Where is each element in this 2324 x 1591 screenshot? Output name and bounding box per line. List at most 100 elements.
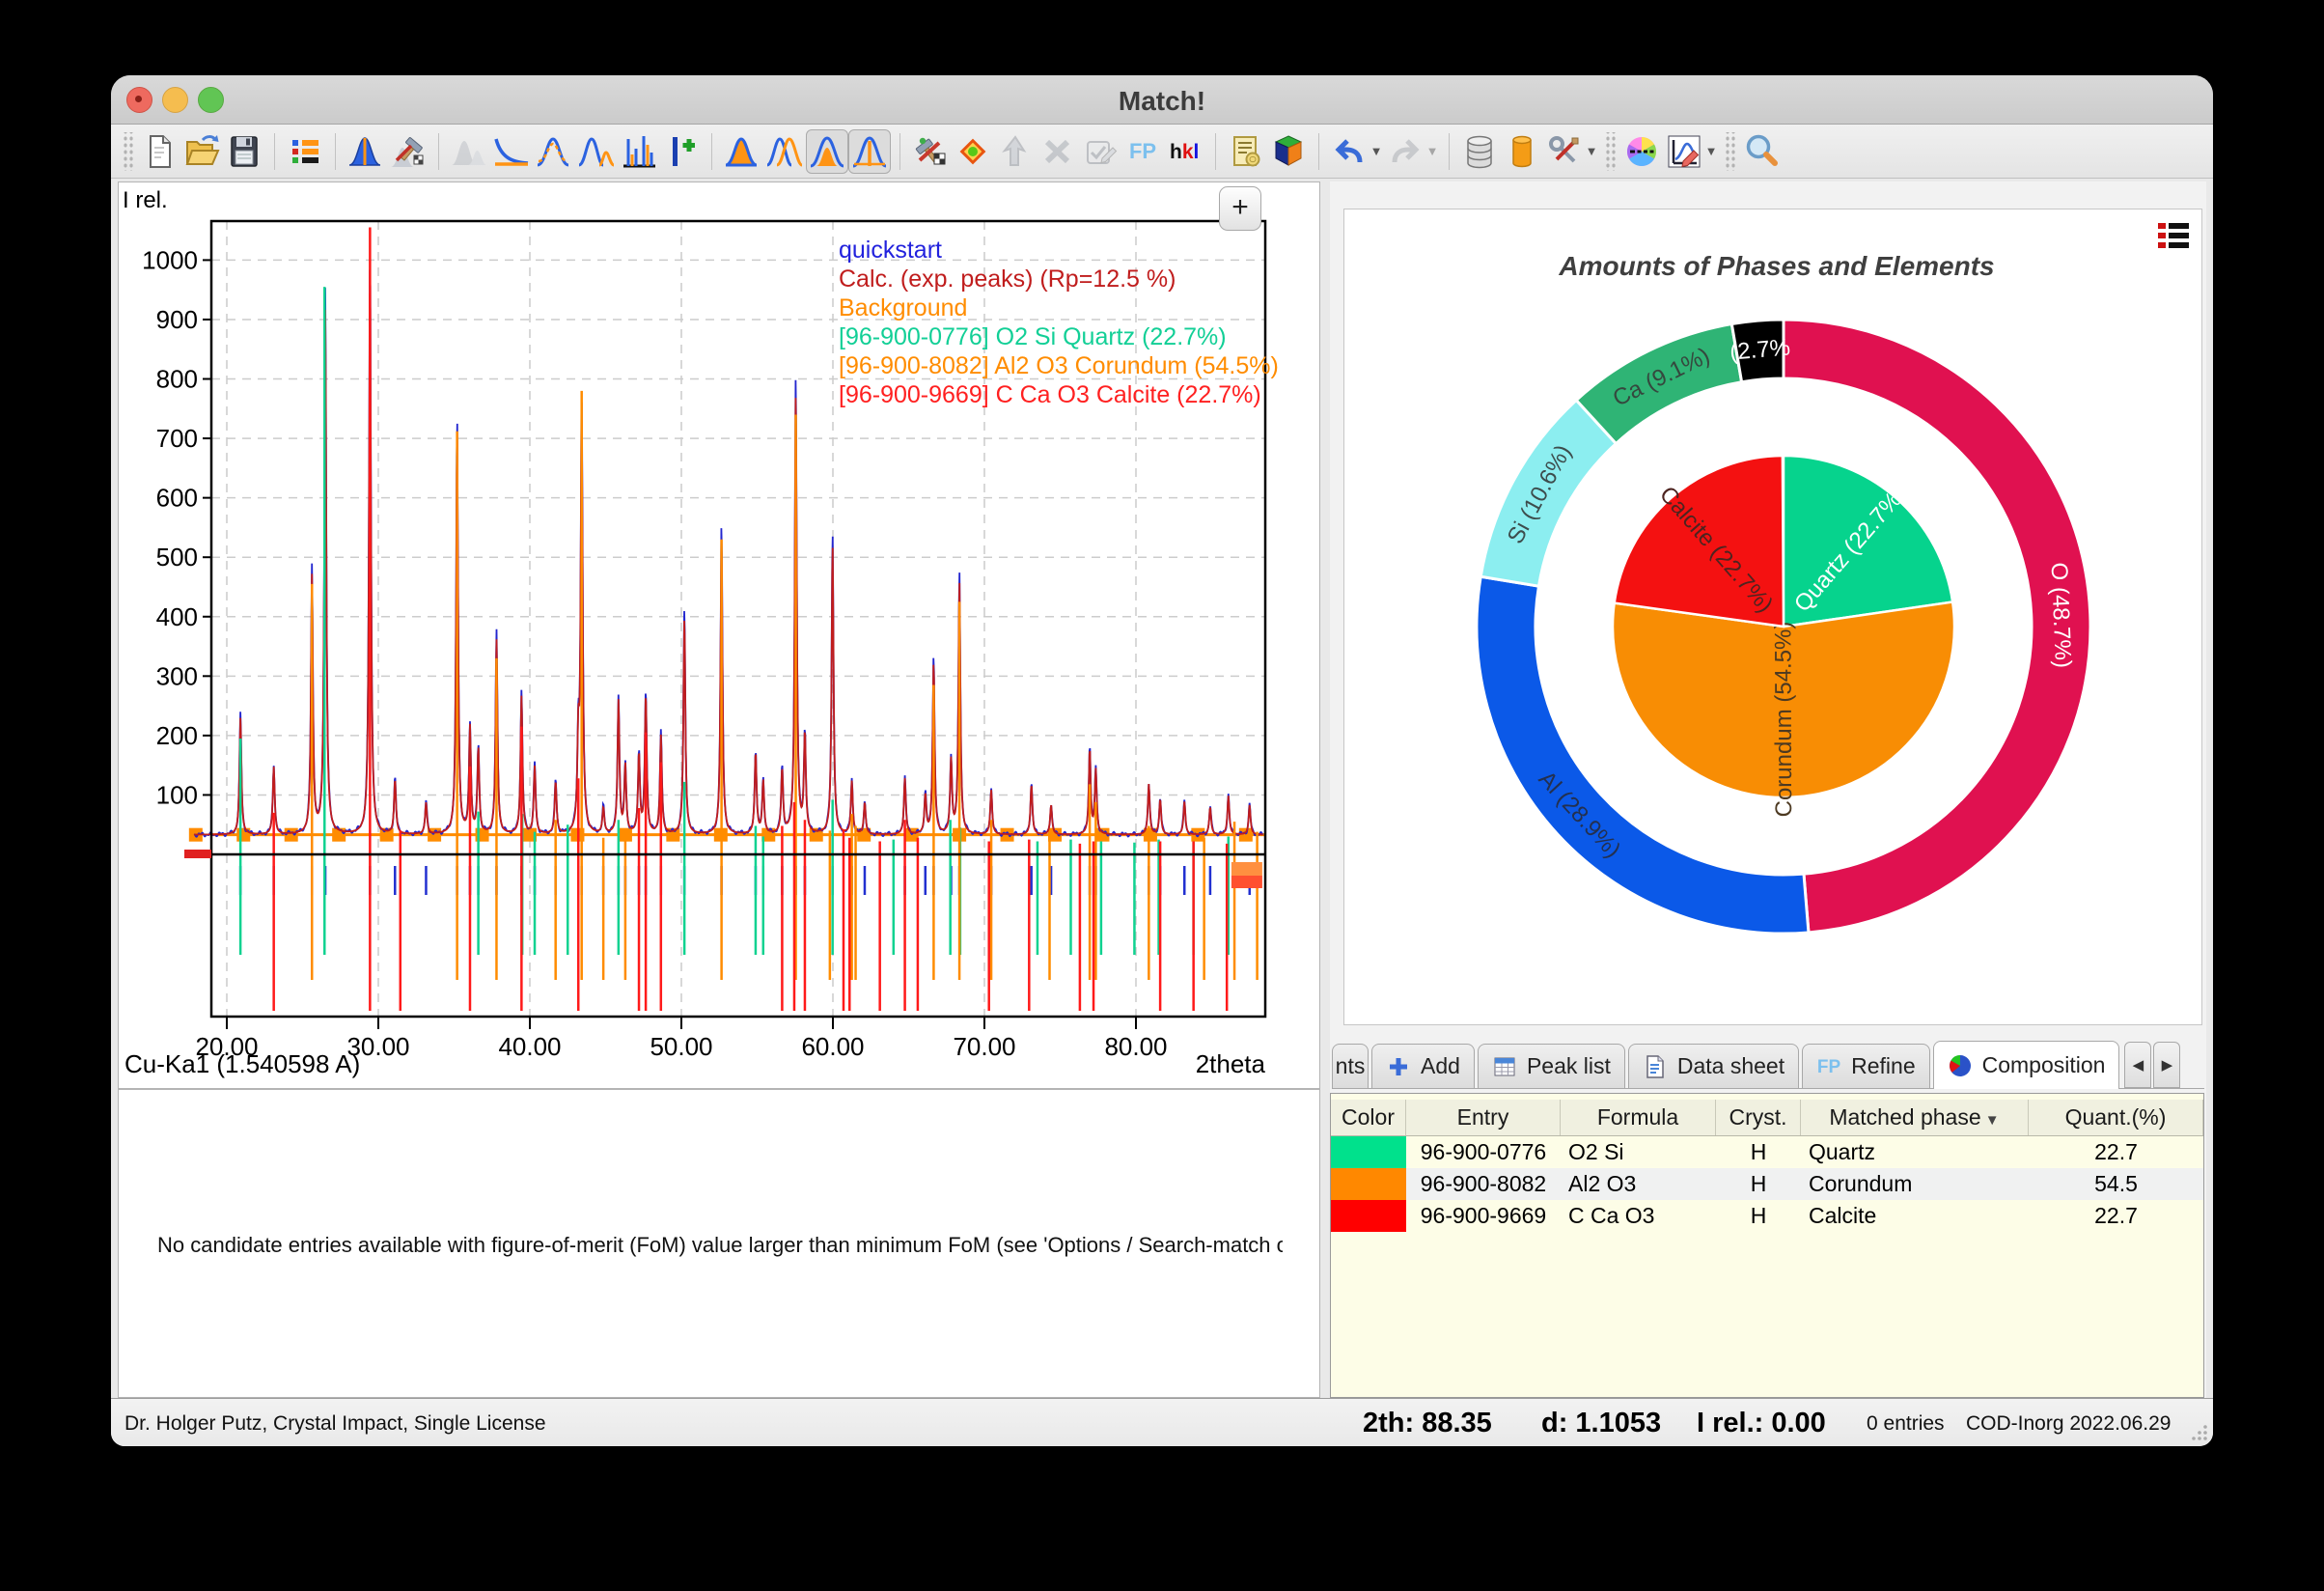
fit-all-peaks-icon[interactable] (763, 129, 806, 174)
dropdown-arrow-icon[interactable]: ▼ (1586, 144, 1598, 158)
background-marker[interactable] (1239, 828, 1253, 842)
peak-search-icon (620, 132, 658, 171)
strip-alpha2-icon[interactable] (575, 129, 618, 174)
column-header-formula[interactable]: Formula (1561, 1100, 1716, 1135)
search-match-icon[interactable] (909, 129, 952, 174)
svg-text:FP: FP (1129, 139, 1156, 163)
y-tick-label: 900 (156, 305, 198, 334)
y-tick-label: 700 (156, 424, 198, 453)
candidate-icon[interactable] (994, 129, 1037, 174)
toolbar-drag-handle[interactable] (1604, 132, 1616, 171)
smooth-pattern-icon[interactable] (533, 129, 575, 174)
process-pattern-icon[interactable] (387, 129, 429, 174)
diffraction-plot[interactable]: 100200300400500600700800900100020.0030.0… (119, 182, 1319, 1088)
range-marker-bottom[interactable] (1231, 876, 1262, 888)
sort-indicator-icon[interactable]: ▼ (1981, 1112, 2000, 1129)
unit-cell-icon[interactable] (1267, 129, 1310, 174)
column-header-color[interactable]: Color (1331, 1100, 1406, 1135)
range-marker-top[interactable] (1231, 862, 1262, 876)
process-pattern-icon (389, 132, 428, 171)
dropdown-arrow-icon[interactable]: ▼ (1426, 144, 1439, 158)
svg-text:FP: FP (1817, 1057, 1841, 1077)
report-icon[interactable] (1225, 129, 1267, 174)
save-icon[interactable] (223, 129, 265, 174)
table-row[interactable]: 96-900-0776O2 SiHQuartz22.7 (1331, 1136, 2203, 1168)
raw-data-icon[interactable] (448, 129, 490, 174)
zoom-icon[interactable] (1740, 129, 1783, 174)
radiation-caption: Cu-Ka1 (1.540598 A) (124, 1049, 360, 1078)
tab-scroll-right-button[interactable]: ▶ (2153, 1042, 2180, 1088)
fit-selected-icon[interactable] (806, 129, 848, 174)
color-scheme-icon[interactable] (1620, 129, 1663, 174)
tab-composition[interactable]: Composition (1933, 1041, 2120, 1089)
title-bar[interactable]: Match! (111, 75, 2213, 125)
add-pattern-view-button[interactable]: + (1219, 186, 1261, 231)
column-header-entry[interactable]: Entry (1406, 1100, 1561, 1135)
status-bar: Dr. Holger Putz, Crystal Impact, Single … (111, 1398, 2213, 1446)
dropdown-arrow-icon[interactable]: ▼ (1370, 144, 1383, 158)
add-peak-icon[interactable] (660, 129, 703, 174)
toolbar-separator (1215, 133, 1216, 170)
fit-selected-icon (808, 132, 846, 171)
toolbar-separator (438, 133, 439, 170)
column-header-cryst-[interactable]: Cryst. (1716, 1100, 1801, 1135)
subtract-background-icon[interactable] (490, 129, 533, 174)
tab-add[interactable]: Add (1371, 1044, 1475, 1088)
options-icon[interactable]: ▼ (1543, 129, 1599, 174)
profile-fit-icon[interactable] (721, 129, 763, 174)
tab-scroll-left-button[interactable]: ◀ (2124, 1042, 2151, 1088)
phase-label-Corundum: Corundum (54.5%) (1770, 622, 1797, 818)
restraints-icon[interactable] (952, 129, 994, 174)
peak-search-icon[interactable] (618, 129, 660, 174)
fit-background-icon[interactable] (848, 129, 891, 174)
smooth-pattern-icon (535, 132, 573, 171)
legend-item: [96-900-9669] C Ca O3 Calcite (22.7%) (839, 381, 1261, 408)
chart-title: Amounts of Phases and Elements (1558, 251, 1994, 281)
tab-label: Add (1421, 1053, 1460, 1079)
open-file-icon[interactable] (180, 129, 223, 174)
diffraction-plot-panel[interactable]: 100200300400500600700800900100020.0030.0… (118, 181, 1320, 1089)
database-icon[interactable] (1458, 129, 1501, 174)
cell-quant: 22.7 (2029, 1139, 2203, 1165)
toolbar-drag-handle[interactable] (1724, 132, 1735, 171)
cell-entry: 96-900-9669 (1406, 1203, 1561, 1229)
undo-icon[interactable]: ▼ (1328, 129, 1384, 174)
legend-item: [96-900-8082] Al2 O3 Corundum (54.5%) (839, 352, 1279, 379)
pattern-peak-icon[interactable] (345, 129, 387, 174)
hkl-icon[interactable]: hkl (1164, 129, 1206, 174)
pie-icon (1948, 1053, 1973, 1078)
save-icon (225, 132, 263, 171)
chart-menu-icon[interactable] (2157, 221, 2190, 250)
resize-grip[interactable] (2188, 1421, 2209, 1442)
y-tick-label: 500 (156, 543, 198, 572)
fp-mode-icon[interactable]: FP (1121, 129, 1164, 174)
reference-db-icon[interactable] (1501, 129, 1543, 174)
entry-list-icon[interactable] (284, 129, 326, 174)
new-document-icon[interactable] (138, 129, 180, 174)
redo-icon[interactable]: ▼ (1384, 129, 1440, 174)
origin-marker (184, 850, 211, 858)
tab-label: Peak list (1527, 1053, 1611, 1079)
tab-overflow-fragment[interactable]: nts (1332, 1044, 1369, 1088)
toolbar-drag-handle[interactable] (122, 132, 133, 171)
column-header-matched-phase[interactable]: Matched phase ▼ (1801, 1100, 2029, 1135)
dropdown-arrow-icon[interactable]: ▼ (1705, 144, 1718, 158)
pattern-peak-icon (346, 132, 385, 171)
select-entries-icon[interactable] (1079, 129, 1121, 174)
fp-icon: FP (1816, 1054, 1841, 1079)
strip-alpha2-icon (577, 132, 616, 171)
fp-mode-icon: FP (1123, 132, 1162, 171)
phases-elements-donut-chart: Amounts of Phases and ElementsO (48.7%)A… (1344, 209, 2201, 1024)
table-row[interactable]: 96-900-8082Al2 O3HCorundum54.5 (1331, 1168, 2203, 1200)
tab-refine[interactable]: FPRefine (1802, 1044, 1929, 1088)
tab-peak-list[interactable]: Peak list (1478, 1044, 1625, 1088)
table-row[interactable]: 96-900-9669C Ca O3HCalcite22.7 (1331, 1200, 2203, 1232)
composition-chart-box: Amounts of Phases and ElementsO (48.7%)A… (1343, 209, 2202, 1025)
hkl-icon: hkl (1166, 132, 1204, 171)
plot-options-icon (1665, 132, 1703, 171)
delete-match-icon[interactable] (1037, 129, 1079, 174)
plot-options-icon[interactable]: ▼ (1663, 129, 1719, 174)
column-header-quant-[interactable]: Quant.(%) (2029, 1100, 2203, 1135)
tab-data-sheet[interactable]: Data sheet (1628, 1044, 1799, 1088)
y-tick-label: 400 (156, 602, 198, 631)
